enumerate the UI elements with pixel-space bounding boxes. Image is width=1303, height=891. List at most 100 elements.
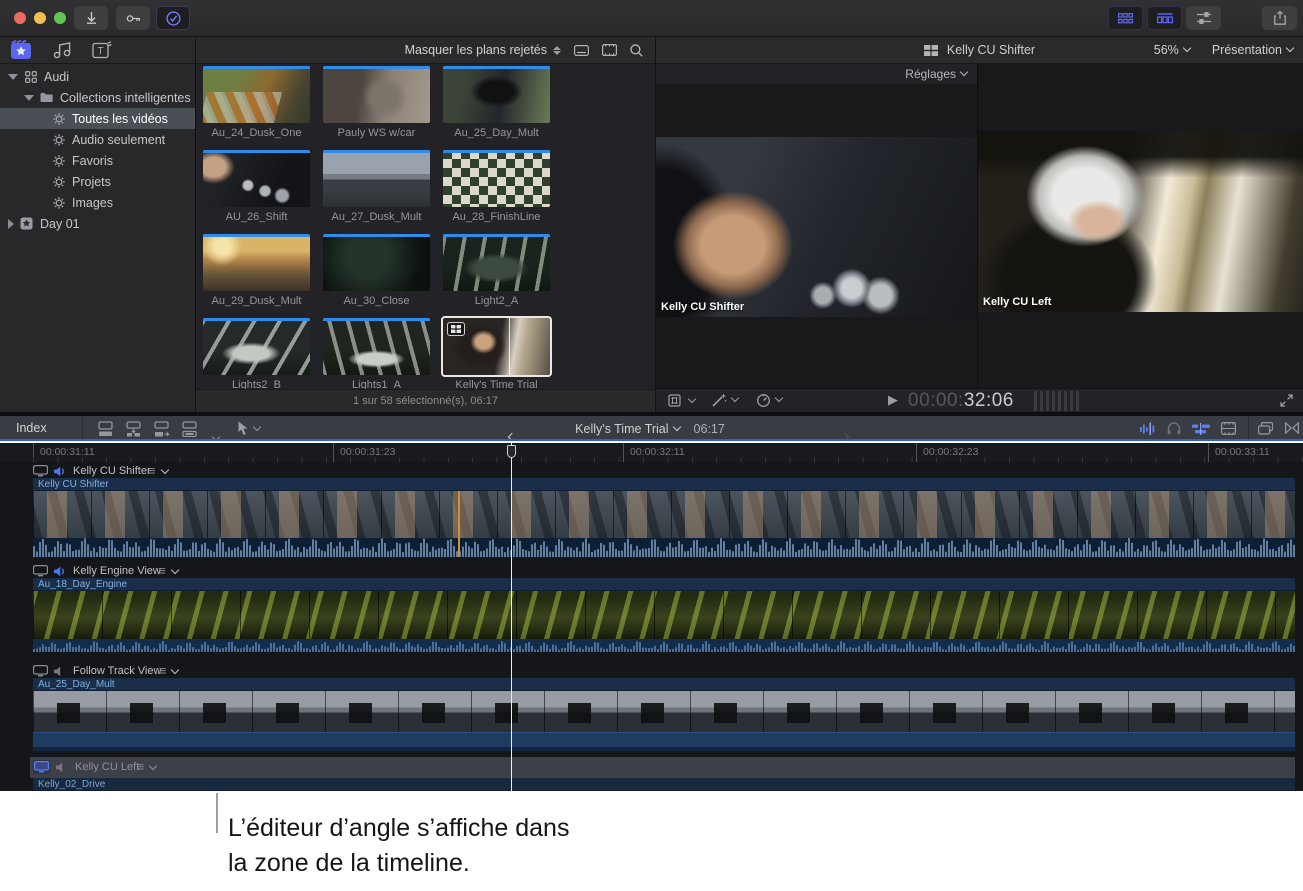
angle-options-icon[interactable]: ≡ xyxy=(158,565,166,577)
clip-name-bar[interactable]: Au_25_Day_Mult xyxy=(33,678,1295,691)
background-tasks-button[interactable] xyxy=(156,6,190,30)
browser-clip-au-27-dusk-mult[interactable] xyxy=(323,150,430,207)
ruler-tick xyxy=(33,443,34,462)
clip-name-bar[interactable]: Kelly_02_Drive xyxy=(33,778,1295,791)
playhead[interactable] xyxy=(511,462,512,791)
import-media-button[interactable] xyxy=(74,6,108,30)
show-browser-button[interactable] xyxy=(1108,6,1143,30)
expand-viewer-icon[interactable] xyxy=(1280,394,1293,407)
sliders-icon xyxy=(1197,12,1211,24)
audio-skimming-icon[interactable] xyxy=(1140,422,1156,435)
minimize-window-button[interactable] xyxy=(34,12,46,24)
clip-name-bar[interactable]: Au_18_Day_Engine xyxy=(33,578,1295,591)
audio-monitor-icon[interactable] xyxy=(54,566,67,577)
video-monitor-icon[interactable] xyxy=(33,565,48,577)
show-inspector-button[interactable] xyxy=(1186,6,1221,30)
retime-dropdown[interactable] xyxy=(756,393,782,407)
tools-dropdown[interactable] xyxy=(237,421,260,436)
close-window-button[interactable] xyxy=(14,12,26,24)
project-name: Kelly's Time Trial xyxy=(575,422,668,436)
share-button[interactable] xyxy=(1262,6,1297,30)
titles-media-tab[interactable]: T xyxy=(92,41,112,59)
sidebar-item-favoris[interactable]: Favoris xyxy=(0,150,195,171)
video-monitor-icon-active[interactable] xyxy=(33,760,50,774)
filmstrip-view-icon[interactable] xyxy=(602,44,617,56)
browser-clip-au-29-dusk-mult[interactable] xyxy=(203,234,310,291)
smart-collection-icon xyxy=(51,113,66,125)
angle-options-icon[interactable]: ≡ xyxy=(137,761,145,773)
browser-clip-lights2-b[interactable] xyxy=(203,318,310,375)
video-monitor-icon[interactable] xyxy=(33,665,48,677)
browser-clip-au-30-close[interactable] xyxy=(323,234,430,291)
sidebar-item-collections-intelligentes[interactable]: Collections intelligentes xyxy=(0,87,195,108)
angle-options-icon[interactable]: ≡ xyxy=(159,665,167,677)
clip-filmstrip-kelly-cu-shifter[interactable] xyxy=(33,491,1295,538)
audio-monitor-icon[interactable] xyxy=(54,666,67,677)
playhead-handle[interactable] xyxy=(507,445,516,458)
keyword-editor-button[interactable] xyxy=(116,6,150,30)
sidebar-item-day-01[interactable]: Day 01 xyxy=(0,213,195,234)
crop-transform-dropdown[interactable] xyxy=(668,394,695,407)
disclosure-triangle-icon[interactable] xyxy=(8,219,14,229)
close-angle-editor-icon[interactable] xyxy=(1285,422,1299,434)
angle-header-kelly-cu-shifter[interactable]: Kelly CU Shifter ≡ xyxy=(33,464,168,478)
browser-clip-au-25-day-mult[interactable] xyxy=(443,66,550,123)
music-media-tab[interactable] xyxy=(52,41,72,59)
snapping-icon[interactable] xyxy=(1192,423,1210,435)
solo-icon[interactable] xyxy=(1167,422,1181,435)
clip-filter-dropdown[interactable]: Masquer les plans rejetés xyxy=(405,43,561,57)
overwrite-edit-button[interactable] xyxy=(180,421,200,437)
libraries-sidebar: AudiCollections intelligentesToutes les … xyxy=(0,64,195,412)
sidebar-item-images[interactable]: Images xyxy=(0,192,195,213)
zoom-window-button[interactable] xyxy=(54,12,66,24)
viewer-presentation-dropdown[interactable]: Présentation xyxy=(1212,43,1293,57)
browser-clip-pauly-ws-w-car[interactable] xyxy=(323,66,430,123)
angle-viewer-right-video[interactable]: Kelly CU Left xyxy=(978,131,1303,312)
clip-audio-band[interactable] xyxy=(33,732,1295,751)
disclosure-triangle-icon[interactable] xyxy=(8,74,18,80)
viewer-zoom-dropdown[interactable]: 56% xyxy=(1154,43,1190,57)
video-media-tab[interactable] xyxy=(10,40,32,60)
append-edit-button[interactable] xyxy=(152,421,172,437)
connect-edit-button[interactable] xyxy=(96,421,116,437)
clip-audio-strip[interactable] xyxy=(33,639,1295,650)
timecode-display[interactable]: 00:00:32:06 xyxy=(908,390,1014,412)
show-timeline-button[interactable] xyxy=(1147,6,1182,30)
disclosure-triangle-icon[interactable] xyxy=(24,95,34,101)
sidebar-item-audio-seulement[interactable]: Audio seulement xyxy=(0,129,195,150)
sidebar-item-audi[interactable]: Audi xyxy=(0,66,195,87)
audio-meters[interactable] xyxy=(1034,391,1079,411)
browser-clip-kelly-s-time-trial[interactable] xyxy=(443,318,550,375)
clip-filmstrip-engine-view[interactable] xyxy=(33,591,1295,639)
insert-edit-button[interactable] xyxy=(124,421,144,437)
sidebar-item-toutes-les-vid-os[interactable]: Toutes les vidéos xyxy=(0,108,195,129)
play-button[interactable]: ▶ xyxy=(888,392,898,408)
timeline-windows-icon[interactable] xyxy=(1258,422,1273,435)
clip-name-bar[interactable]: Kelly CU Shifter xyxy=(33,478,1295,491)
enhancements-dropdown[interactable] xyxy=(712,393,738,407)
clip-filmstrip-follow-track[interactable] xyxy=(33,691,1295,732)
browser-clip-light2-a[interactable] xyxy=(443,234,550,291)
angle-viewer-left-video[interactable]: Kelly CU Shifter xyxy=(656,137,977,317)
multicam-badge-icon xyxy=(447,322,465,336)
sidebar-item-projets[interactable]: Projets xyxy=(0,171,195,192)
viewer-settings-dropdown[interactable]: Réglages xyxy=(656,64,977,85)
angle-header-follow-track-view[interactable]: Follow Track View ≡ xyxy=(33,664,178,678)
audio-monitor-icon[interactable] xyxy=(54,466,67,477)
angle-header-kelly-engine-view[interactable]: Kelly Engine View ≡ xyxy=(33,564,178,578)
index-button[interactable]: Index xyxy=(16,421,47,435)
angle-options-icon[interactable]: ≡ xyxy=(148,465,156,477)
clip-audio-waveform[interactable] xyxy=(33,538,1295,557)
video-monitor-icon[interactable] xyxy=(33,465,48,477)
browser-clip-au-26-shift[interactable] xyxy=(203,150,310,207)
audio-monitor-icon[interactable] xyxy=(56,762,69,773)
clip-appearance-button[interactable] xyxy=(1221,422,1236,435)
timeline-history-dropdown[interactable]: Kelly's Time Trial xyxy=(575,422,679,436)
angle-header-kelly-cu-left[interactable]: Kelly CU Left ≡ xyxy=(33,760,156,774)
browser-clip-au-28-finishline[interactable] xyxy=(443,150,550,207)
timeline-ruler[interactable]: 00:00:31:1100:00:31:2300:00:32:1100:00:3… xyxy=(0,443,1303,462)
browser-clip-au-24-dusk-one[interactable] xyxy=(203,66,310,123)
search-icon[interactable] xyxy=(630,44,643,57)
clip-appearance-icon[interactable] xyxy=(574,45,589,56)
browser-clip-lights1-a[interactable] xyxy=(323,318,430,375)
